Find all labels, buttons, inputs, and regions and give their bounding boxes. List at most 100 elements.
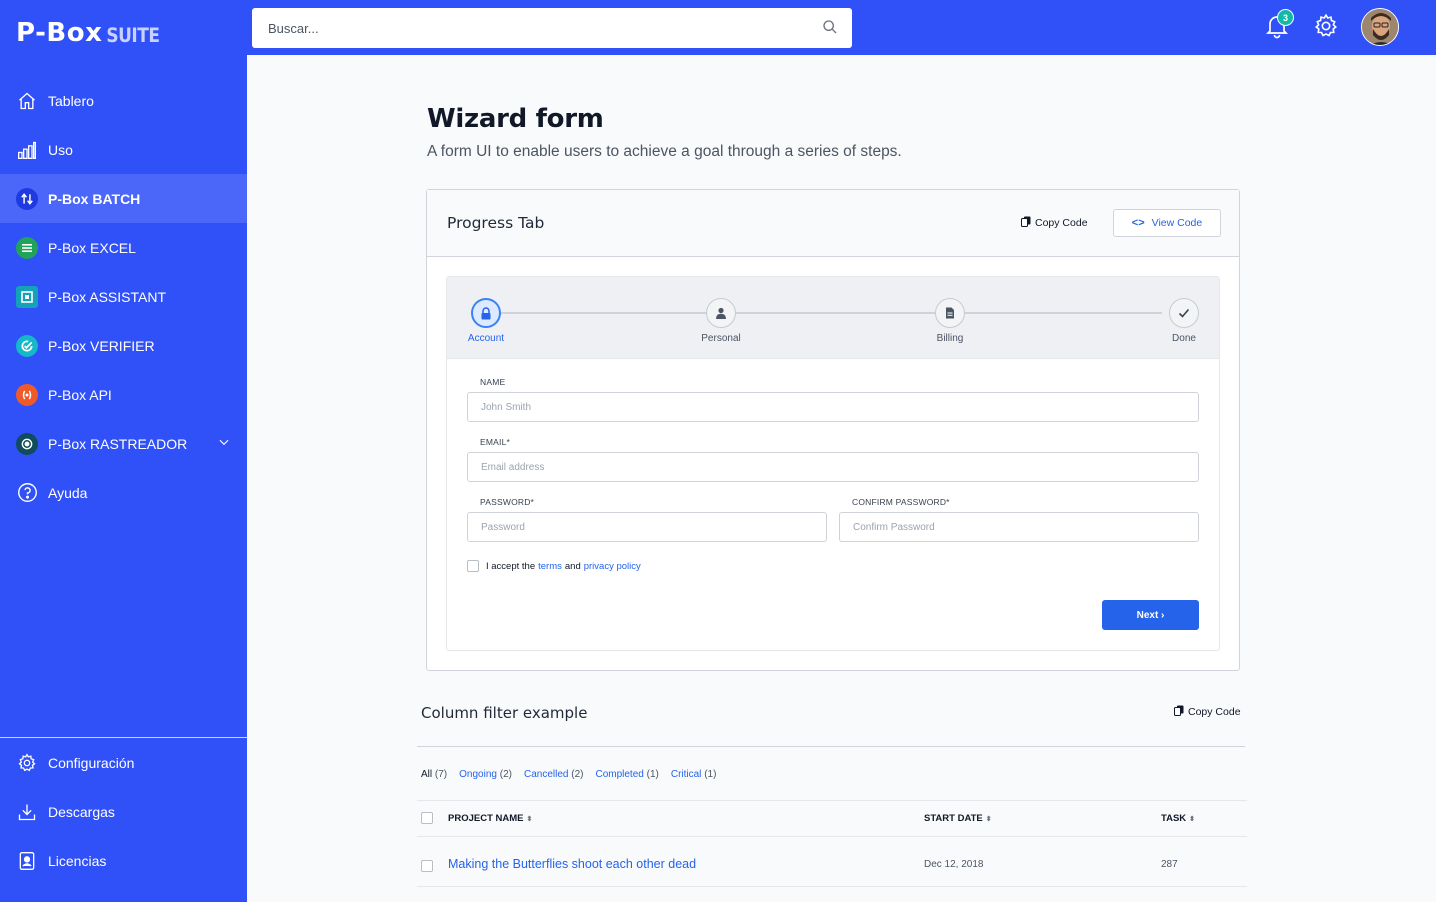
filter-label: Ongoing: [459, 769, 497, 780]
column-header-start-date[interactable]: Start Date ⬍: [924, 813, 992, 824]
transfer-icon: [16, 187, 38, 210]
settings-button[interactable]: [1313, 13, 1339, 44]
sidebar-item-label: P-Box VERIFIER: [48, 337, 155, 354]
lock-icon: [471, 298, 501, 328]
column-header-label: Start Date: [924, 813, 983, 824]
account-form: Name Email* Password* Confirm Password*: [467, 377, 1199, 542]
filter-all[interactable]: All (7): [421, 769, 447, 780]
view-code-button[interactable]: <> View Code: [1113, 209, 1221, 237]
confirm-password-field[interactable]: [839, 512, 1199, 542]
search-input[interactable]: [252, 9, 792, 47]
notification-badge: 3: [1277, 9, 1294, 26]
email-label: Email*: [480, 437, 511, 447]
sidebar-item-api[interactable]: P-Box API: [0, 370, 247, 419]
copy-code-label: Copy Code: [1188, 706, 1241, 718]
password-field[interactable]: [467, 512, 827, 542]
wizard: Account Personal Billing Done NAME John …: [446, 276, 1220, 651]
search-icon[interactable]: [822, 19, 838, 40]
sidebar-item-label: P-Box EXCEL: [48, 239, 136, 256]
status-filters: All (7) Ongoing (2) Cancelled (2) Comple…: [421, 769, 728, 780]
table-header-border: [417, 836, 1247, 837]
and-text: and: [564, 560, 581, 572]
sidebar-item-label: Licencias: [48, 852, 107, 869]
sidebar-item-label: Descargas: [48, 803, 115, 820]
chevron-down-icon[interactable]: [217, 435, 231, 452]
top-bar: 3: [247, 0, 1436, 55]
filter-count: (7): [434, 769, 448, 780]
sidebar-item-label: P-Box RASTREADOR: [48, 435, 188, 452]
filter-critical[interactable]: Critical (1): [671, 769, 717, 780]
api-icon: [16, 383, 38, 406]
sidebar-item-licencias[interactable]: Licencias: [0, 836, 247, 885]
accept-text: I accept the: [486, 560, 536, 572]
sidebar-item-label: Tablero: [48, 92, 94, 109]
filter-label: All: [421, 769, 433, 780]
page-title: Wizard form: [427, 104, 604, 134]
sidebar-item-assistant[interactable]: P-Box ASSISTANT: [0, 272, 247, 321]
row-checkbox[interactable]: [421, 860, 433, 872]
column-header-task[interactable]: Task ⬍: [1161, 813, 1195, 824]
sidebar-item-tablero[interactable]: Tablero: [0, 76, 247, 125]
sidebar-item-label: Uso: [48, 141, 73, 158]
column-header-project[interactable]: Project Name ⬍: [448, 813, 532, 824]
excel-icon: [16, 236, 38, 259]
check-icon: [1169, 298, 1199, 328]
column-header-label: Project Name: [448, 813, 524, 824]
notifications-button[interactable]: 3: [1265, 9, 1294, 41]
filter-cancelled[interactable]: Cancelled (2): [524, 769, 584, 780]
sidebar-item-batch[interactable]: P-Box BATCH: [0, 174, 247, 223]
privacy-link[interactable]: privacy policy: [584, 561, 641, 572]
wizard-steps: Account Personal Billing Done: [447, 277, 1219, 359]
next-button[interactable]: Next ›: [1102, 600, 1199, 630]
filter-label: Critical: [670, 769, 702, 780]
step-billing[interactable]: Billing: [910, 298, 990, 344]
sidebar-item-excel[interactable]: P-Box EXCEL: [0, 223, 247, 272]
start-date-cell: Dec 12, 2018: [924, 859, 984, 870]
copy-code-button[interactable]: Copy Code: [1174, 705, 1241, 719]
terms-checkbox[interactable]: [467, 560, 479, 572]
view-code-label: View Code: [1151, 217, 1203, 229]
sidebar-item-verifier[interactable]: P-Box VERIFIER: [0, 321, 247, 370]
sort-icon: ⬍: [1189, 816, 1196, 823]
filter-ongoing[interactable]: Ongoing (2): [459, 769, 512, 780]
select-all-checkbox[interactable]: [421, 812, 433, 824]
sidebar-item-label: P-Box BATCH: [48, 190, 141, 207]
sidebar-item-label: Ayuda: [48, 484, 88, 501]
step-done[interactable]: Done: [1144, 298, 1224, 344]
copy-code-button[interactable]: Copy Code: [1021, 216, 1088, 230]
filter-count: (1): [646, 769, 659, 780]
email-field[interactable]: [467, 452, 1199, 482]
project-link[interactable]: Making the Butterflies shoot each other …: [448, 857, 696, 871]
step-label: Account: [467, 333, 505, 344]
sidebar-item-configuracion[interactable]: Configuración: [0, 738, 247, 787]
avatar[interactable]: [1361, 8, 1399, 46]
copy-icon: [1174, 705, 1188, 719]
terms-row: I accept the terms and privacy policy: [467, 560, 644, 572]
step-label: Personal: [701, 333, 741, 344]
copy-icon: [1021, 216, 1035, 230]
table-row-border: [417, 886, 1247, 887]
table-top-border: [417, 800, 1247, 801]
sidebar-item-descargas[interactable]: Descargas: [0, 787, 247, 836]
app-logo[interactable]: P-Box SUITE: [16, 18, 160, 52]
gear-icon: [1313, 13, 1339, 43]
sidebar-item-uso[interactable]: Uso: [0, 125, 247, 174]
copy-code-label: Copy Code: [1035, 217, 1088, 229]
filter-count: (2): [499, 769, 512, 780]
filter-count: (2): [571, 769, 584, 780]
filter-label: Cancelled: [523, 769, 569, 780]
name-field[interactable]: [467, 392, 1199, 422]
sidebar-item-label: P-Box API: [48, 386, 112, 403]
sidebar-item-rastreador[interactable]: P-Box RASTREADOR: [0, 419, 247, 468]
code-icon: <>: [1131, 217, 1145, 229]
name-label: Name: [480, 377, 506, 387]
confirm-password-label: Confirm Password*: [852, 497, 950, 507]
step-personal[interactable]: Personal: [681, 298, 761, 344]
filter-completed[interactable]: Completed (1): [595, 769, 658, 780]
step-account[interactable]: Account: [446, 298, 526, 344]
confirm-password-group: Confirm Password*: [839, 497, 1199, 542]
terms-link[interactable]: terms: [538, 561, 562, 572]
user-icon: [706, 298, 736, 328]
sidebar-bottom-nav: Configuración Descargas Licencias: [0, 738, 247, 885]
sidebar-item-ayuda[interactable]: Ayuda: [0, 468, 247, 517]
